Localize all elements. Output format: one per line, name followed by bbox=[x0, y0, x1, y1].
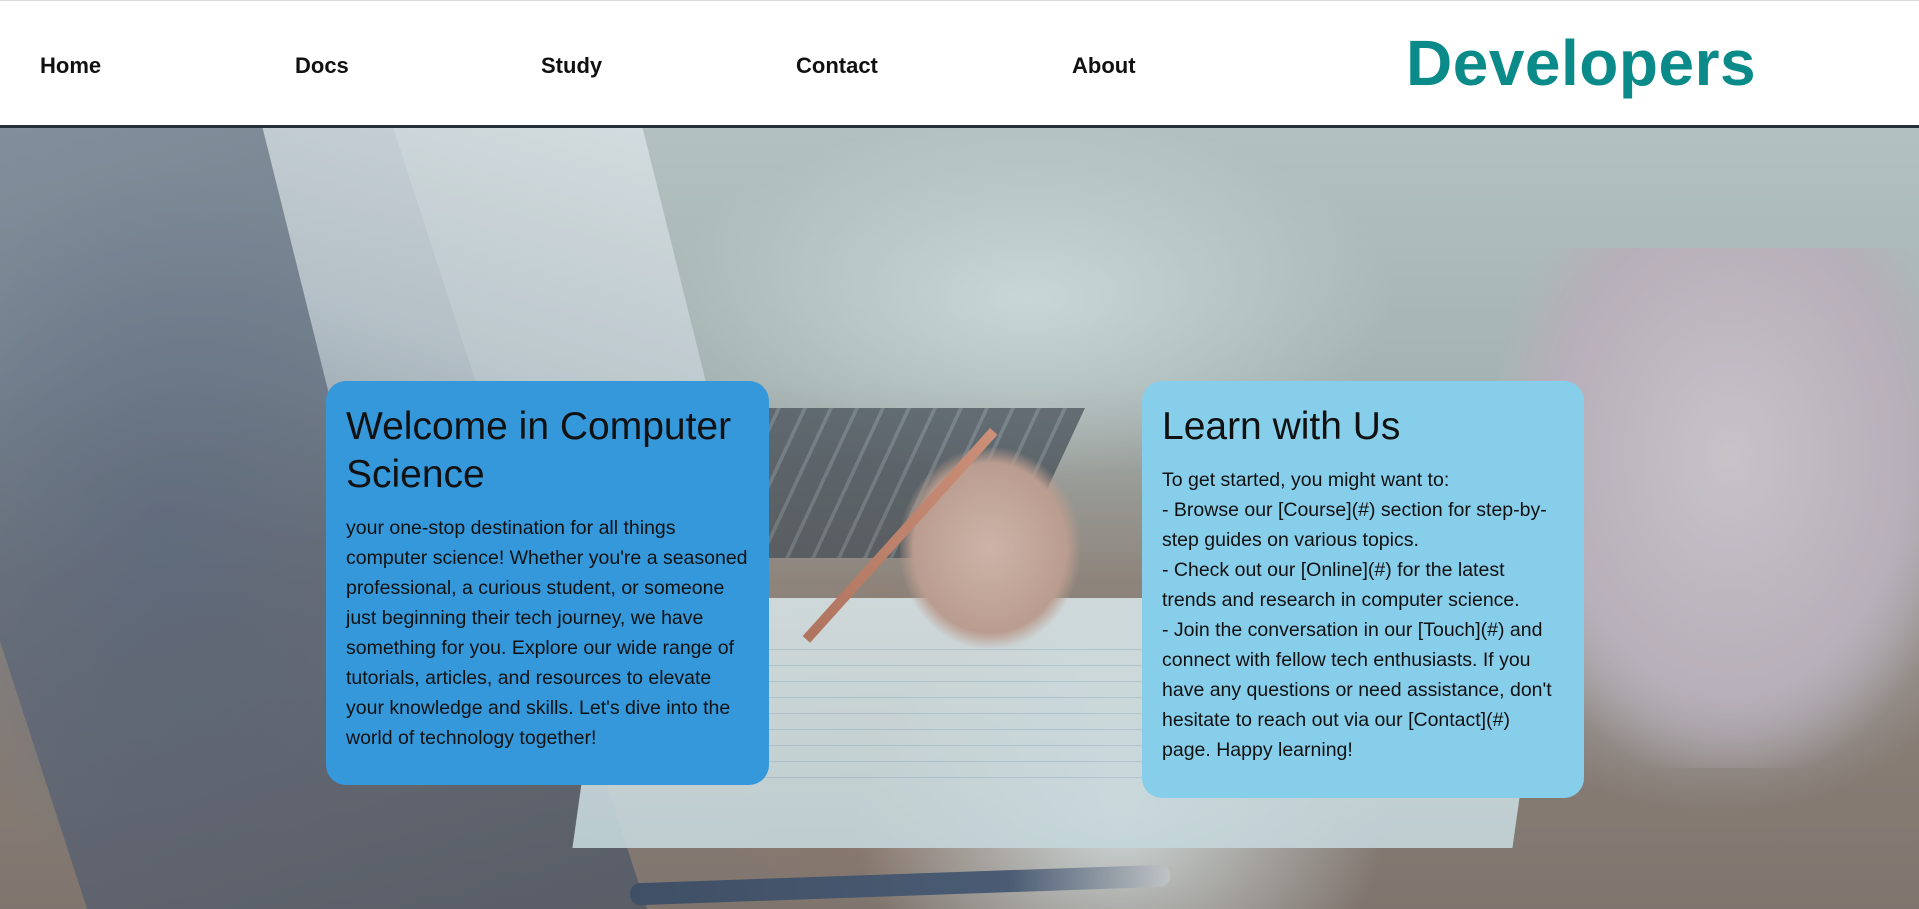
welcome-card-body: your one-stop destination for all things… bbox=[346, 517, 748, 749]
page: Home Docs Study Contact About Developers… bbox=[0, 0, 1919, 909]
learn-card: Learn with Us To get started, you might … bbox=[1142, 381, 1584, 798]
image-tint-overlay bbox=[0, 128, 1919, 909]
welcome-card-title: Welcome in Computer Science bbox=[346, 405, 732, 496]
learn-card-title: Learn with Us bbox=[1162, 405, 1401, 448]
nav-link-study[interactable]: Study bbox=[541, 53, 602, 79]
learn-card-item-touch: - Join the conversation in our [Touch](#… bbox=[1162, 619, 1552, 761]
nav-link-docs[interactable]: Docs bbox=[295, 53, 349, 79]
nav-link-home[interactable]: Home bbox=[40, 53, 101, 79]
learn-card-intro: To get started, you might want to: bbox=[1162, 469, 1450, 491]
top-navigation-bar: Home Docs Study Contact About Developers bbox=[0, 0, 1919, 126]
learn-card-item-course: - Browse our [Course](#) section for ste… bbox=[1162, 499, 1547, 551]
nav-link-about[interactable]: About bbox=[1072, 53, 1136, 79]
welcome-card: Welcome in Computer Science your one-sto… bbox=[326, 381, 769, 785]
nav-link-contact[interactable]: Contact bbox=[796, 53, 878, 79]
hero-background-image bbox=[0, 128, 1919, 909]
learn-card-item-online: - Check out our [Online](#) for the late… bbox=[1162, 559, 1520, 611]
brand-title: Developers bbox=[1406, 27, 1757, 99]
